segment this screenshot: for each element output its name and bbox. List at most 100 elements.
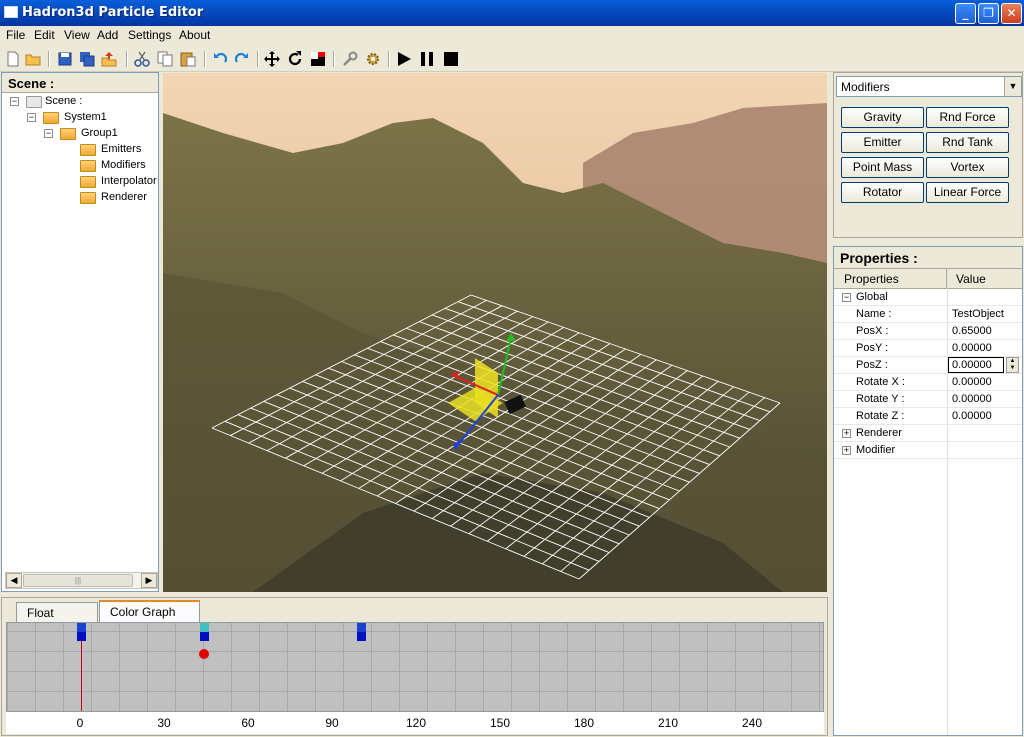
- properties-panel: Properties : Properties Value − Global N…: [833, 246, 1023, 736]
- rotate-icon[interactable]: [286, 50, 304, 68]
- folder-icon: [80, 144, 96, 156]
- toolbar-separator: [48, 51, 50, 67]
- collapse-icon[interactable]: −: [44, 129, 53, 138]
- tab-float-graph[interactable]: Float Graph: [16, 602, 98, 634]
- property-row-rotate-y[interactable]: Rotate Y : 0.00000: [834, 391, 1022, 408]
- posz-input[interactable]: 0.00000: [948, 357, 1004, 373]
- toolbar-separator: [333, 51, 335, 67]
- menu-edit[interactable]: Edit: [34, 28, 55, 42]
- folder-icon: [80, 160, 96, 172]
- axis-tick-label: 180: [573, 716, 595, 730]
- menu-view[interactable]: View: [64, 28, 90, 42]
- axis-tick-label: 0: [76, 716, 84, 730]
- save-icon[interactable]: [56, 50, 74, 68]
- gravity-button[interactable]: Gravity: [841, 107, 924, 128]
- color-key[interactable]: [357, 623, 366, 641]
- undo-icon[interactable]: [211, 50, 229, 68]
- menu-bar: File Edit View Add Settings About: [0, 26, 1024, 46]
- collapse-icon[interactable]: −: [27, 113, 36, 122]
- property-group-modifier[interactable]: + Modifier: [834, 442, 1022, 459]
- menu-file[interactable]: File: [6, 28, 25, 42]
- graph-x-axis: 0 30 60 90 120 150 180 210 240: [6, 712, 824, 734]
- pause-icon[interactable]: [418, 50, 436, 68]
- gear-icon[interactable]: [364, 50, 382, 68]
- value-column-header[interactable]: Value: [956, 272, 986, 286]
- paste-icon[interactable]: [179, 50, 197, 68]
- toolbar-separator: [388, 51, 390, 67]
- tree-node-interpolator[interactable]: Interpolator: [80, 174, 158, 190]
- graph-panel: Float Graph Color Graph 0 30 60 90 120 150 180…: [1, 597, 828, 736]
- app-icon: [4, 6, 18, 18]
- scene-icon: [26, 96, 42, 108]
- color-key[interactable]: [200, 623, 210, 641]
- properties-header: Properties Value: [834, 269, 1022, 289]
- vortex-button[interactable]: Vortex: [926, 157, 1009, 178]
- open-folder-icon[interactable]: [24, 50, 42, 68]
- property-row-posz[interactable]: PosZ : 0.00000 ▲ ▼: [834, 357, 1022, 374]
- modifier-type-select[interactable]: Modifiers ▼: [836, 76, 1022, 97]
- save-all-icon[interactable]: [78, 50, 96, 68]
- tab-color-graph[interactable]: Color Graph: [99, 600, 200, 623]
- linear-force-button[interactable]: Linear Force: [926, 182, 1009, 203]
- rnd-force-button[interactable]: Rnd Force: [926, 107, 1009, 128]
- chevron-down-icon[interactable]: ▼: [1004, 77, 1021, 96]
- toolbar-separator: [204, 51, 206, 67]
- copy-icon[interactable]: [156, 50, 174, 68]
- stop-icon[interactable]: [442, 50, 460, 68]
- scene-horizontal-scrollbar[interactable]: ◀ ||| ▶: [5, 572, 158, 589]
- scroll-thumb[interactable]: |||: [23, 574, 133, 587]
- folder-icon: [80, 176, 96, 188]
- scene-panel: Scene : − Scene : − System1 − Group1 Emi…: [1, 72, 159, 592]
- property-row-name[interactable]: Name : TestObject: [834, 306, 1022, 323]
- collapse-icon[interactable]: −: [842, 293, 851, 302]
- move-icon[interactable]: [263, 50, 281, 68]
- menu-about[interactable]: About: [179, 28, 210, 42]
- new-file-icon[interactable]: [4, 50, 22, 68]
- 3d-viewport[interactable]: [163, 73, 827, 592]
- property-group-global[interactable]: − Global: [834, 289, 1022, 306]
- toolbar: [0, 46, 1024, 72]
- menu-settings[interactable]: Settings: [128, 28, 171, 42]
- folder-icon: [43, 112, 59, 124]
- toolbar-separator: [126, 51, 128, 67]
- scale-icon[interactable]: [309, 50, 327, 68]
- expand-icon[interactable]: +: [842, 429, 851, 438]
- window-title: Hadron3d Particle Editor: [22, 5, 204, 20]
- property-row-rotate-z[interactable]: Rotate Z : 0.00000: [834, 408, 1022, 425]
- collapse-icon[interactable]: −: [10, 97, 19, 106]
- scroll-right-icon[interactable]: ▶: [141, 573, 157, 588]
- expand-icon[interactable]: +: [842, 446, 851, 455]
- property-row-posy[interactable]: PosY : 0.00000: [834, 340, 1022, 357]
- export-icon[interactable]: [100, 50, 118, 68]
- close-button[interactable]: ✕: [1001, 3, 1022, 24]
- properties-column-header[interactable]: Properties: [844, 272, 899, 286]
- rotator-button[interactable]: Rotator: [841, 182, 924, 203]
- scene-render[interactable]: [163, 73, 827, 592]
- minimize-button[interactable]: _: [955, 3, 976, 24]
- emitter-button[interactable]: Emitter: [841, 132, 924, 153]
- point-mass-button[interactable]: Point Mass: [841, 157, 924, 178]
- property-row-rotate-x[interactable]: Rotate X : 0.00000: [834, 374, 1022, 391]
- property-row-posx[interactable]: PosX : 0.65000: [834, 323, 1022, 340]
- axis-tick-label: 120: [405, 716, 427, 730]
- play-icon[interactable]: [395, 50, 413, 68]
- selected-key-marker[interactable]: [199, 649, 210, 659]
- axis-tick-label: 60: [241, 716, 255, 730]
- wrench-icon[interactable]: [341, 50, 359, 68]
- folder-icon: [60, 128, 76, 140]
- scroll-left-icon[interactable]: ◀: [6, 573, 22, 588]
- cut-icon[interactable]: [133, 50, 151, 68]
- redo-icon[interactable]: [233, 50, 251, 68]
- posz-spinner[interactable]: ▲ ▼: [1006, 357, 1019, 373]
- maximize-button[interactable]: ❐: [978, 3, 999, 24]
- color-graph-canvas[interactable]: [6, 622, 824, 712]
- rnd-tank-button[interactable]: Rnd Tank: [926, 132, 1009, 153]
- title-bar: Hadron3d Particle Editor _ ❐ ✕: [0, 0, 1024, 26]
- toolbar-separator: [257, 51, 259, 67]
- properties-panel-title: Properties :: [834, 247, 1022, 269]
- property-group-renderer[interactable]: + Renderer: [834, 425, 1022, 442]
- color-key[interactable]: [77, 623, 86, 641]
- scene-panel-title: Scene :: [2, 73, 158, 93]
- axis-tick-label: 150: [489, 716, 511, 730]
- menu-add[interactable]: Add: [97, 28, 118, 42]
